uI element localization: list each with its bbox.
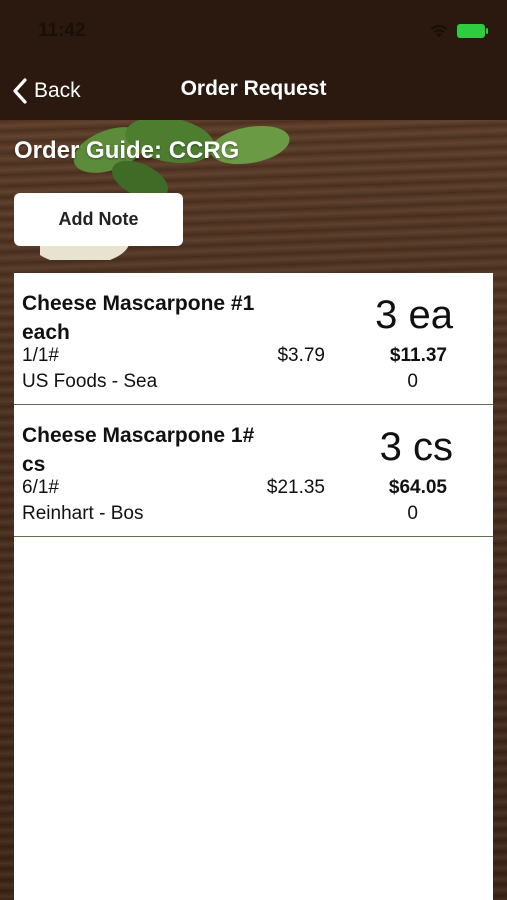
order-guide-title: Order Guide: CCRG bbox=[14, 137, 240, 164]
list-item[interactable]: Cheese Mascarpone 1# cs 3 cs 6/1# $21.35… bbox=[14, 405, 493, 537]
list-item[interactable]: Cheese Mascarpone #1 each 3 ea 1/1# $3.7… bbox=[14, 273, 493, 405]
add-note-button[interactable]: Add Note bbox=[14, 193, 183, 246]
status-time: 11:42 bbox=[38, 20, 86, 41]
item-name: Cheese Mascarpone 1# cs bbox=[22, 424, 255, 476]
item-count: 0 bbox=[407, 503, 418, 524]
item-count: 0 bbox=[407, 371, 418, 392]
item-quantity: 3 ea bbox=[375, 293, 453, 337]
order-list: Cheese Mascarpone #1 each 3 ea 1/1# $3.7… bbox=[14, 273, 493, 900]
status-bar: 11:42 bbox=[0, 0, 507, 62]
wifi-icon bbox=[430, 24, 448, 37]
item-pack-size: 6/1# bbox=[22, 477, 59, 498]
page-title: Order Request bbox=[180, 77, 327, 100]
item-pack-size: 1/1# bbox=[22, 345, 59, 366]
item-total: $64.05 bbox=[388, 477, 447, 498]
item-name: Cheese Mascarpone #1 each bbox=[22, 292, 255, 344]
item-unit-price: $3.79 bbox=[277, 345, 325, 366]
battery-icon bbox=[457, 24, 488, 38]
navigation-bar: Back Order Request bbox=[0, 62, 507, 120]
status-icons bbox=[429, 24, 488, 38]
item-unit-price: $21.35 bbox=[266, 477, 325, 498]
item-quantity: 3 cs bbox=[379, 425, 453, 469]
item-vendor: Reinhart - Bos bbox=[22, 503, 144, 524]
item-total: $11.37 bbox=[389, 345, 447, 366]
item-vendor: US Foods - Sea bbox=[22, 371, 158, 392]
